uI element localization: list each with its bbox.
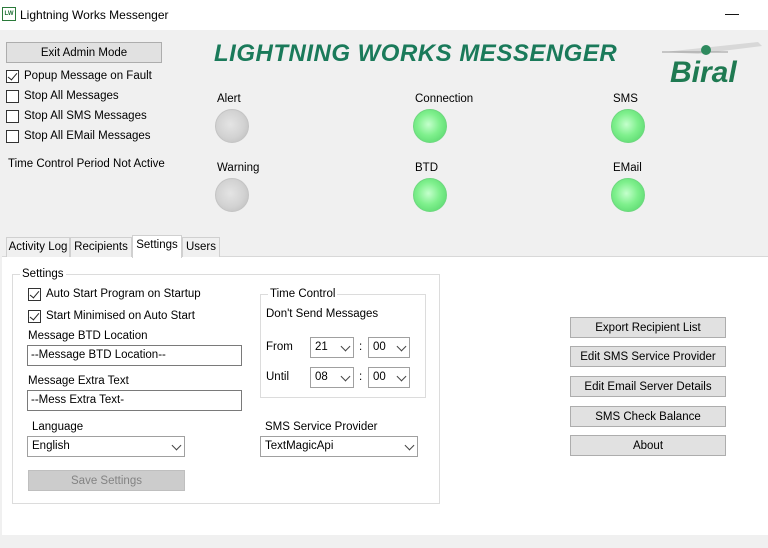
warning-indicator-icon — [215, 178, 249, 212]
dont-send-label: Don't Send Messages — [266, 308, 379, 320]
stop-all-messages-label: Stop All Messages — [24, 90, 119, 102]
alert-label: Alert — [217, 93, 241, 105]
from-label: From — [266, 341, 293, 353]
about-button[interactable]: About — [570, 435, 726, 456]
extra-text-label: Message Extra Text — [28, 375, 129, 387]
status-bar — [0, 536, 768, 548]
email-indicator-icon — [611, 178, 645, 212]
email-label: EMail — [613, 162, 642, 174]
edit-sms-service-provider-button[interactable]: Edit SMS Service Provider — [570, 346, 726, 367]
exit-admin-mode-button[interactable]: Exit Admin Mode — [6, 42, 162, 63]
stop-email-messages-checkbox[interactable] — [6, 130, 19, 143]
window-title: Lightning Works Messenger — [20, 8, 169, 22]
logo-text: Biral — [670, 56, 737, 88]
stop-sms-messages-label: Stop All SMS Messages — [24, 110, 147, 122]
until-separator: : — [359, 371, 363, 383]
until-minute-value: 00 — [373, 371, 386, 383]
tab-users[interactable]: Users — [182, 237, 220, 257]
popup-on-fault-checkbox[interactable] — [6, 70, 19, 83]
time-control-status: Time Control Period Not Active — [8, 158, 165, 170]
btd-indicator-icon — [413, 178, 447, 212]
app-icon: LW — [2, 7, 16, 21]
until-label: Until — [266, 371, 290, 383]
stop-all-messages-checkbox[interactable] — [6, 90, 19, 103]
until-hour-value: 08 — [315, 371, 328, 383]
popup-on-fault-label: Popup Message on Fault — [24, 70, 152, 82]
from-hour-value: 21 — [315, 341, 328, 353]
chevron-down-icon — [404, 440, 415, 451]
chevron-down-icon — [340, 341, 351, 352]
from-minute-value: 00 — [373, 341, 386, 353]
export-recipient-list-button[interactable]: Export Recipient List — [570, 317, 726, 338]
until-minute-select[interactable]: 00 — [368, 367, 410, 388]
sms-provider-value: TextMagicApi — [265, 440, 334, 452]
alert-indicator-icon — [215, 109, 249, 143]
btd-location-label: Message BTD Location — [28, 330, 148, 342]
tab-settings[interactable]: Settings — [132, 235, 182, 258]
sms-provider-select[interactable]: TextMagicApi — [260, 436, 418, 457]
app-heading: LIGHTNING WORKS MESSENGER — [214, 40, 618, 67]
save-settings-button[interactable]: Save Settings — [28, 470, 185, 491]
sms-check-balance-button[interactable]: SMS Check Balance — [570, 406, 726, 427]
language-select-value: English — [32, 440, 70, 452]
start-minimised-label: Start Minimised on Auto Start — [46, 310, 195, 322]
from-hour-select[interactable]: 21 — [310, 337, 354, 358]
sms-provider-label: SMS Service Provider — [265, 421, 378, 433]
stop-sms-messages-checkbox[interactable] — [6, 110, 19, 123]
minimize-button[interactable]: — — [712, 2, 752, 26]
stop-email-messages-label: Stop All EMail Messages — [24, 130, 151, 142]
from-minute-select[interactable]: 00 — [368, 337, 410, 358]
until-hour-select[interactable]: 08 — [310, 367, 354, 388]
connection-indicator-icon — [413, 109, 447, 143]
auto-start-checkbox[interactable] — [28, 288, 41, 301]
chevron-down-icon — [396, 371, 407, 382]
auto-start-label: Auto Start Program on Startup — [46, 288, 201, 300]
from-separator: : — [359, 341, 363, 353]
sms-label: SMS — [613, 93, 638, 105]
sms-indicator-icon — [611, 109, 645, 143]
btd-label: BTD — [415, 162, 438, 174]
settings-group-label: Settings — [20, 268, 66, 280]
edit-email-server-button[interactable]: Edit Email Server Details — [570, 376, 726, 397]
btd-location-input[interactable]: --Message BTD Location-- — [27, 345, 242, 366]
connection-label: Connection — [415, 93, 474, 105]
language-label: Language — [32, 421, 84, 433]
extra-text-input[interactable]: --Mess Extra Text- — [27, 390, 242, 411]
start-minimised-checkbox[interactable] — [28, 310, 41, 323]
warning-label: Warning — [217, 162, 260, 174]
language-select[interactable]: English — [27, 436, 185, 457]
biral-logo: Biral — [658, 40, 764, 89]
chevron-down-icon — [396, 341, 407, 352]
chevron-down-icon — [340, 371, 351, 382]
chevron-down-icon — [171, 440, 182, 451]
tab-activity-log[interactable]: Activity Log — [6, 237, 70, 257]
tab-recipients[interactable]: Recipients — [70, 237, 132, 257]
time-control-group-label: Time Control — [268, 288, 338, 300]
